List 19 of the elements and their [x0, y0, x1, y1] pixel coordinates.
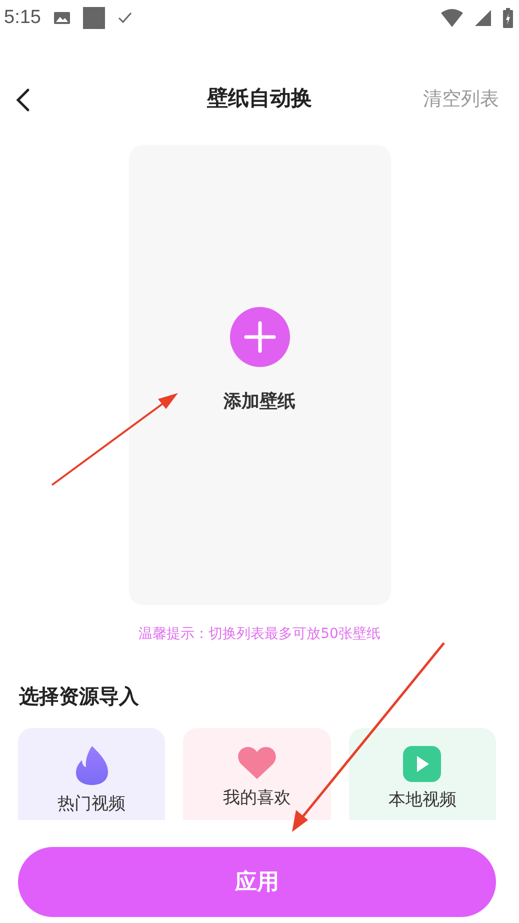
square-icon — [82, 7, 105, 29]
source-card[interactable]: 我的喜欢 — [183, 728, 331, 820]
signal-icon — [475, 10, 491, 26]
add-wallpaper-label: 添加壁纸 — [224, 390, 296, 413]
page-title: 壁纸自动换 — [207, 85, 312, 112]
source-card[interactable]: 本地视频 — [348, 728, 496, 820]
section-title: 选择资源导入 — [19, 683, 140, 710]
image-icon — [52, 10, 71, 26]
wifi-icon — [441, 9, 463, 27]
tip-text: 温馨提示：切换列表最多可放50张壁纸 — [138, 625, 382, 643]
heart-icon — [236, 746, 277, 780]
check-icon — [116, 11, 133, 25]
play-icon — [403, 746, 442, 782]
source-card[interactable]: 热门视频 — [18, 728, 166, 820]
status-time: 5:15 — [4, 7, 41, 29]
wallpaper-preview-card[interactable]: 添加壁纸 — [128, 145, 390, 605]
battery-icon — [503, 8, 513, 28]
flame-icon — [74, 746, 110, 786]
add-icon[interactable] — [230, 307, 290, 367]
